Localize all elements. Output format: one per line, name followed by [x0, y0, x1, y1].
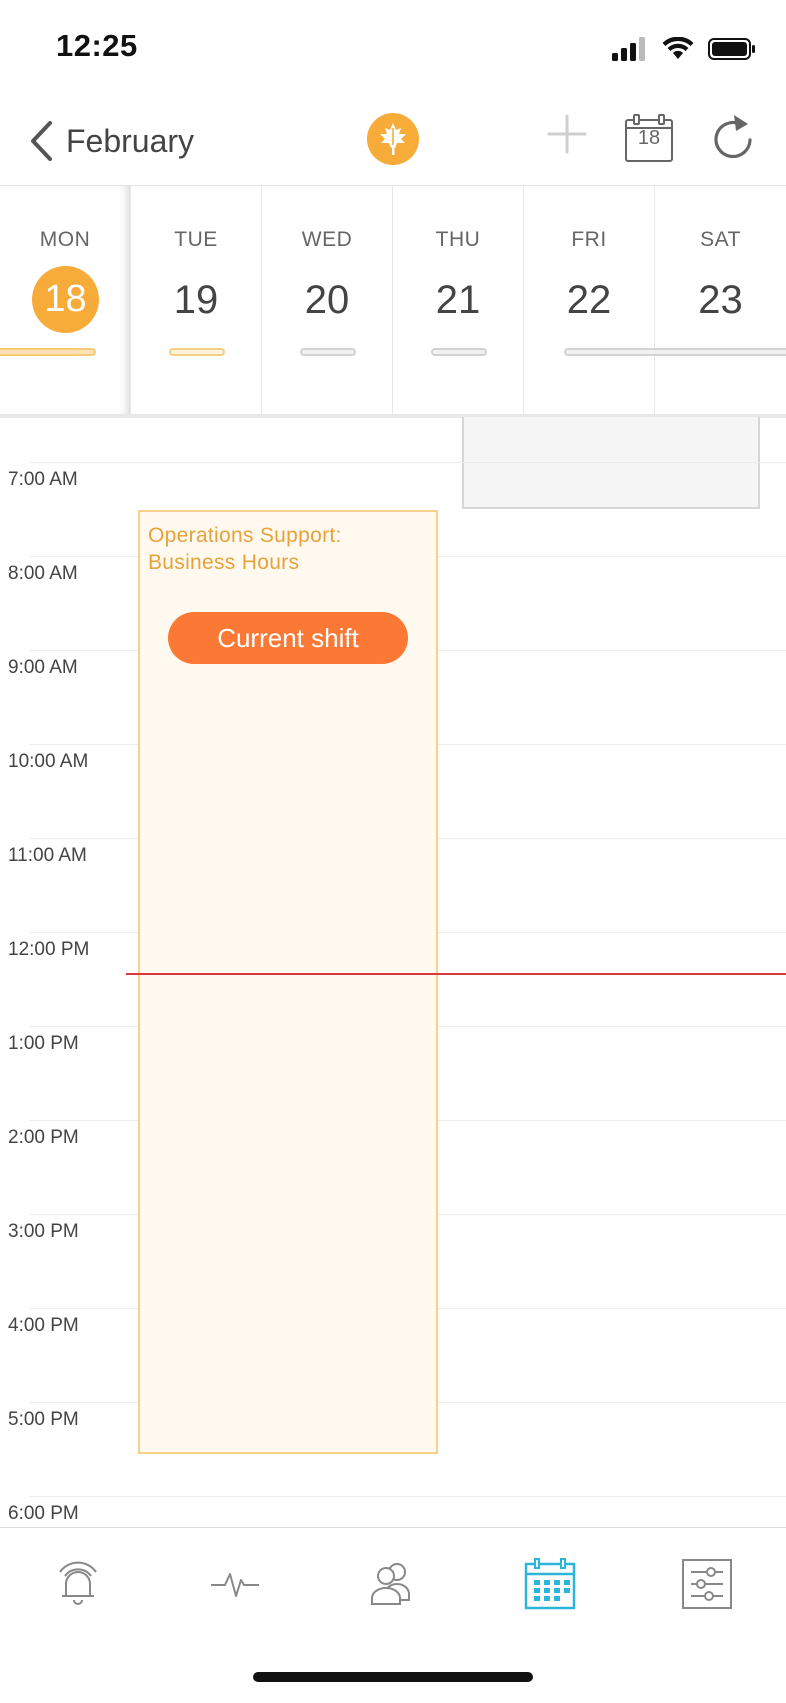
hour-line [30, 462, 786, 463]
leaf-logo-icon [380, 123, 406, 155]
chevron-left-icon [31, 121, 52, 161]
hour-label: 6:00 PM [8, 1503, 79, 1524]
day-sat[interactable]: SAT 23 [655, 186, 786, 414]
wifi-icon [662, 37, 694, 59]
back-button[interactable]: February [28, 114, 194, 168]
status-time: 12:25 [56, 28, 138, 63]
day-number-today: 18 [32, 266, 99, 333]
other-event-block[interactable] [462, 417, 760, 509]
today-day-number: 18 [637, 127, 661, 149]
status-bar: 12:25 [0, 0, 786, 96]
settings-sliders-icon [682, 1559, 732, 1609]
app-logo [367, 113, 419, 165]
hour-label: 12:00 PM [8, 939, 90, 960]
day-number: 19 [173, 278, 219, 322]
day-timeline[interactable]: 7:00 AM 8:00 AM 9:00 AM 10:00 AM 11:00 A… [0, 417, 786, 1527]
hour-label: 4:00 PM [8, 1315, 79, 1336]
shift-title: Operations Support: Business Hours [148, 524, 342, 574]
shift-indicator-bar [0, 348, 96, 356]
shift-indicator-bar [431, 348, 487, 356]
activity-icon [211, 1573, 259, 1597]
day-fri[interactable]: FRI 22 [524, 186, 786, 414]
current-shift-button[interactable]: Current shift [168, 612, 408, 664]
day-number: 22 [566, 278, 612, 322]
current-time-line [126, 973, 786, 975]
calendar-icon [524, 1558, 576, 1610]
day-name: MON [39, 228, 91, 251]
tab-activity[interactable] [205, 1554, 265, 1614]
day-mon[interactable]: MON 18 [0, 186, 131, 414]
shift-event-block[interactable]: Operations Support: Business Hours Curre… [138, 510, 438, 1454]
day-name: FRI [571, 228, 607, 251]
day-name: SAT [700, 228, 741, 251]
hour-label: 8:00 AM [8, 563, 78, 584]
nav-bar: February 18 [0, 96, 786, 186]
tab-people[interactable] [363, 1554, 423, 1614]
day-name: THU [435, 228, 481, 251]
hour-label: 2:00 PM [8, 1127, 79, 1148]
day-name: TUE [174, 228, 218, 251]
add-button[interactable] [546, 113, 588, 155]
hour-label: 3:00 PM [8, 1221, 79, 1242]
plus-icon [547, 114, 587, 154]
today-button[interactable]: 18 [624, 114, 674, 164]
home-indicator[interactable] [253, 1672, 533, 1682]
day-number: 21 [435, 278, 481, 322]
status-icons [612, 34, 756, 64]
tab-settings[interactable] [677, 1554, 737, 1614]
hour-label: 7:00 AM [8, 469, 78, 490]
hour-label: 1:00 PM [8, 1033, 79, 1054]
week-day-strip: MON 18 TUE 19 WED 20 THU 21 FRI 22 SAT 2… [0, 185, 786, 418]
day-number: 20 [304, 278, 350, 322]
refresh-icon [714, 115, 752, 159]
hour-label: 5:00 PM [8, 1409, 79, 1430]
day-name: WED [301, 228, 353, 251]
alerts-icon [59, 1561, 97, 1605]
hour-line [30, 1496, 786, 1497]
signal-icon [612, 37, 645, 61]
day-wed[interactable]: WED 20 [262, 186, 393, 414]
hour-label: 11:00 AM [8, 845, 87, 866]
back-label: February [66, 122, 195, 159]
shift-indicator-bar [169, 348, 225, 356]
battery-icon [708, 38, 755, 60]
tab-alerts[interactable] [48, 1554, 108, 1614]
shift-indicator-bar [300, 348, 356, 356]
hour-label: 9:00 AM [8, 657, 78, 678]
refresh-button[interactable] [710, 112, 756, 162]
hour-label: 10:00 AM [8, 751, 89, 772]
day-tue[interactable]: TUE 19 [131, 186, 262, 414]
people-icon [371, 1563, 410, 1605]
day-thu[interactable]: THU 21 [393, 186, 524, 414]
day-number: 23 [698, 278, 743, 322]
tab-calendar[interactable] [520, 1554, 580, 1614]
